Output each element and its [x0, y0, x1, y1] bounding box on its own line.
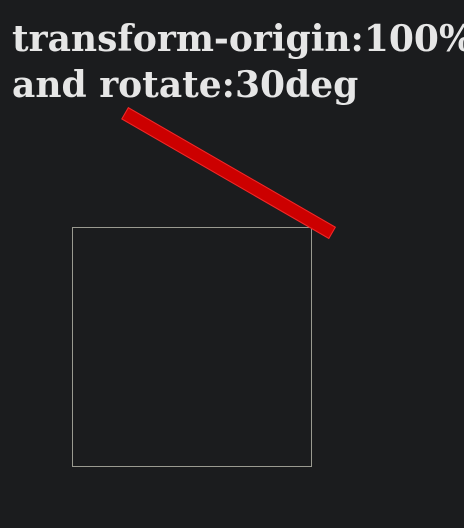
demo-canvas: transform-origin:100% and rotate:30deg: [0, 0, 464, 528]
title-line-2: and rotate:30deg: [12, 64, 359, 106]
rotated-red-bar: [121, 107, 336, 240]
page-title: transform-origin:100% and rotate:30deg: [12, 16, 464, 108]
reference-square: [72, 227, 312, 467]
title-line-1: transform-origin:100%: [12, 18, 464, 60]
